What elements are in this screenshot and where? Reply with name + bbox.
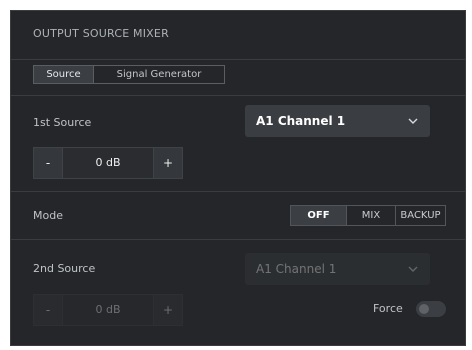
toggle-knob [419,304,429,314]
mode-mix-button[interactable]: MIX [347,206,396,225]
mode-label: Mode [33,209,63,222]
force-toggle[interactable] [416,301,446,317]
second-source-label: 2nd Source [33,262,96,275]
chevron-down-icon [406,261,420,280]
divider [11,95,465,96]
divider [11,239,465,240]
first-source-label: 1st Source [33,116,92,129]
second-source-gain-stepper: - 0 dB + [33,294,183,326]
panel-header: OUTPUT SOURCE MIXER [11,11,465,60]
first-source-select-value: A1 Channel 1 [256,114,346,128]
second-source-select[interactable]: A1 Channel 1 [245,253,430,285]
chevron-down-icon [406,113,420,132]
first-gain-decrement-button[interactable]: - [34,148,62,178]
first-gain-value[interactable]: 0 dB [62,148,154,178]
tab-signal-generator[interactable]: Signal Generator [94,66,224,83]
panel-title: OUTPUT SOURCE MIXER [33,27,169,40]
second-gain-increment-button[interactable]: + [154,295,182,325]
mode-segmented-control: OFF MIX BACKUP [290,205,446,226]
first-source-select[interactable]: A1 Channel 1 [245,105,430,137]
second-gain-decrement-button[interactable]: - [34,295,62,325]
second-gain-value[interactable]: 0 dB [62,295,154,325]
first-source-gain-stepper: - 0 dB + [33,147,183,179]
output-source-mixer-panel: OUTPUT SOURCE MIXER Source Signal Genera… [10,10,466,346]
mode-backup-button[interactable]: BACKUP [396,206,445,225]
tab-source[interactable]: Source [34,66,94,83]
second-source-select-value: A1 Channel 1 [256,262,337,276]
force-label: Force [373,302,403,315]
divider [11,191,465,192]
first-gain-increment-button[interactable]: + [154,148,182,178]
source-tabs: Source Signal Generator [33,65,225,84]
mode-off-button[interactable]: OFF [291,206,347,225]
